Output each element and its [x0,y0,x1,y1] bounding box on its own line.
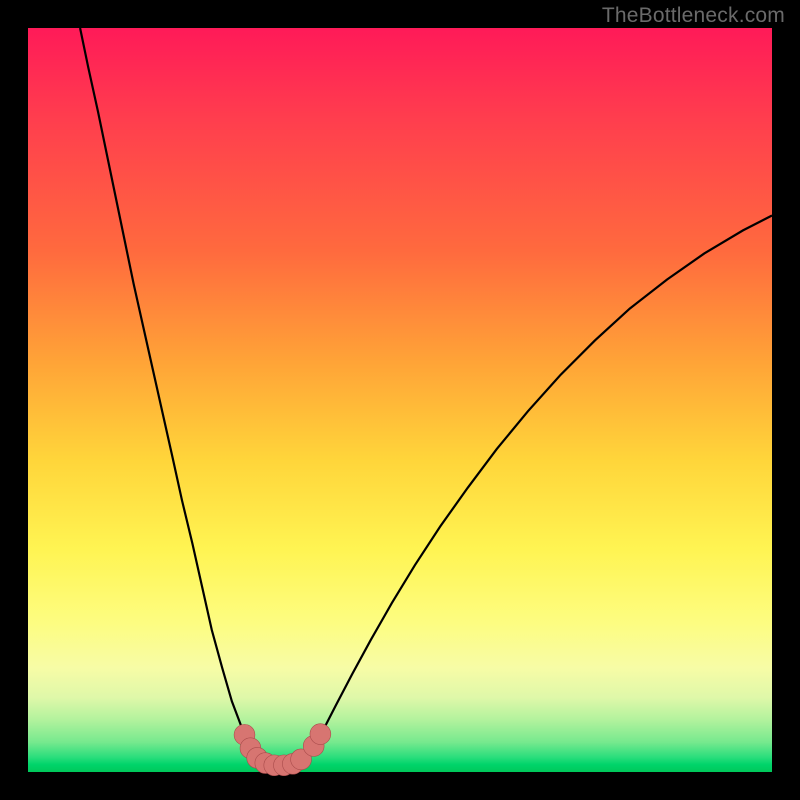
watermark-text: TheBottleneck.com [602,4,785,28]
chart-plot-area [28,28,772,772]
root-frame: TheBottleneck.com [0,0,800,800]
curve-right [306,215,772,759]
curve-left [80,28,259,759]
curve-marker [310,724,331,745]
marker-group [234,724,331,776]
chart-svg [28,28,772,772]
